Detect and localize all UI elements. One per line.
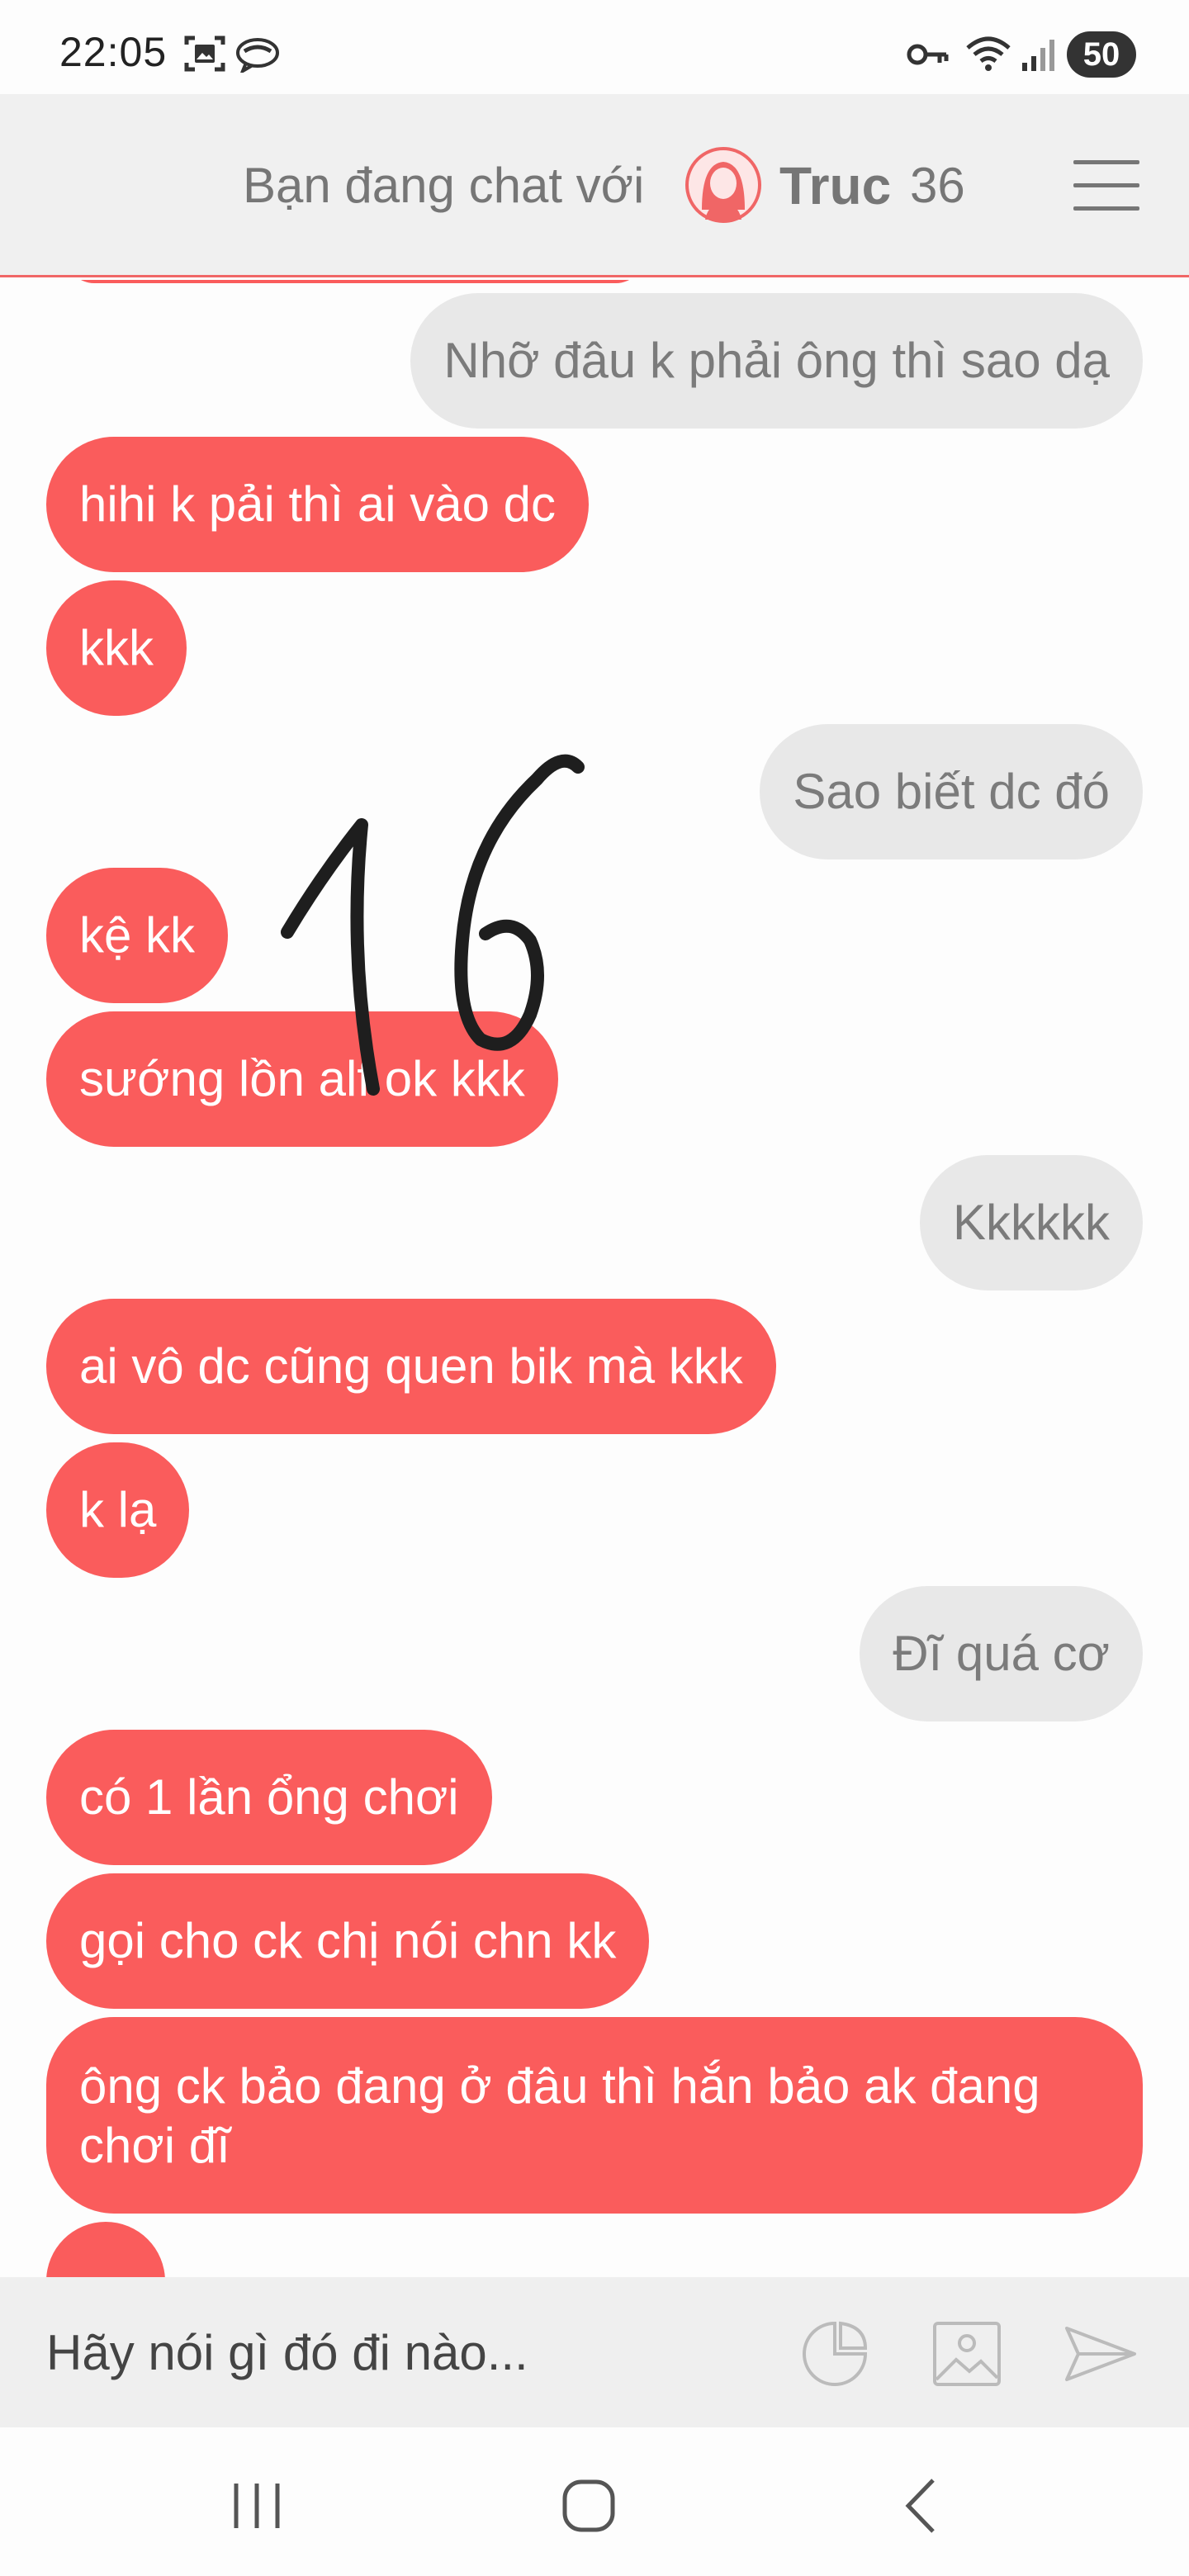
status-bar: 22:05 50 [0, 0, 1189, 94]
back-icon[interactable] [885, 2469, 959, 2543]
system-navigation-bar [0, 2427, 1189, 2576]
message-input[interactable] [46, 2318, 756, 2386]
hamburger-menu-icon[interactable] [1073, 159, 1139, 211]
status-time: 22:05 [59, 29, 168, 75]
message-incoming[interactable]: ai vô dc cũng quen bik mà kkk [46, 1299, 776, 1434]
battery-icon: 50 [1067, 31, 1136, 78]
message-bubble-partial-bottom [46, 2222, 165, 2278]
message-incoming[interactable]: kkk [46, 580, 187, 716]
home-icon[interactable] [552, 2469, 626, 2543]
sticker-icon[interactable] [798, 2317, 872, 2391]
chat-partner-name: Truc [779, 156, 892, 215]
female-avatar-icon[interactable] [684, 145, 763, 225]
message-incoming[interactable]: có 1 lần ổng chơi [46, 1730, 492, 1865]
chat-partner-age: 36 [910, 158, 965, 213]
recent-apps-icon[interactable] [220, 2469, 294, 2543]
screenshot-icon [184, 36, 225, 72]
message-input-bar [0, 2277, 1189, 2427]
handwritten-number-overlay [281, 754, 585, 1096]
message-incoming[interactable]: k lạ [46, 1442, 190, 1578]
message-incoming[interactable]: kệ kk [46, 868, 229, 1003]
message-incoming[interactable]: ông ck bảo đang ở đâu thì hắn bảo ak đan… [46, 2017, 1143, 2214]
chat-header: Bạn đang chat với Truc 36 [0, 94, 1189, 277]
signal-icon [1022, 40, 1054, 71]
message-outgoing[interactable]: Kkkkkk [919, 1155, 1143, 1290]
send-icon[interactable] [1063, 2317, 1138, 2391]
message-incoming[interactable]: sướng lồn alf ok kkk [46, 1011, 558, 1147]
header-prefix: Bạn đang chat với [243, 158, 645, 213]
key-icon [907, 44, 949, 65]
chat-messages[interactable]: Nhỡ đâu k phải ông thì sao dạ hihi k pải… [0, 280, 1189, 2278]
message-incoming[interactable]: gọi cho ck chị nói chn kk [46, 1873, 650, 2009]
message-outgoing[interactable]: Sao biết dc đó [760, 724, 1143, 859]
message-bubble-partial-top [66, 280, 644, 283]
image-icon[interactable] [930, 2317, 1004, 2391]
message-outgoing[interactable]: Đĩ quá cơ [860, 1586, 1143, 1721]
message-outgoing[interactable]: Nhỡ đâu k phải ông thì sao dạ [410, 293, 1143, 429]
messenger-icon [236, 38, 279, 73]
wifi-icon [966, 36, 1011, 71]
message-incoming[interactable]: hihi k pải thì ai vào dc [46, 437, 590, 572]
